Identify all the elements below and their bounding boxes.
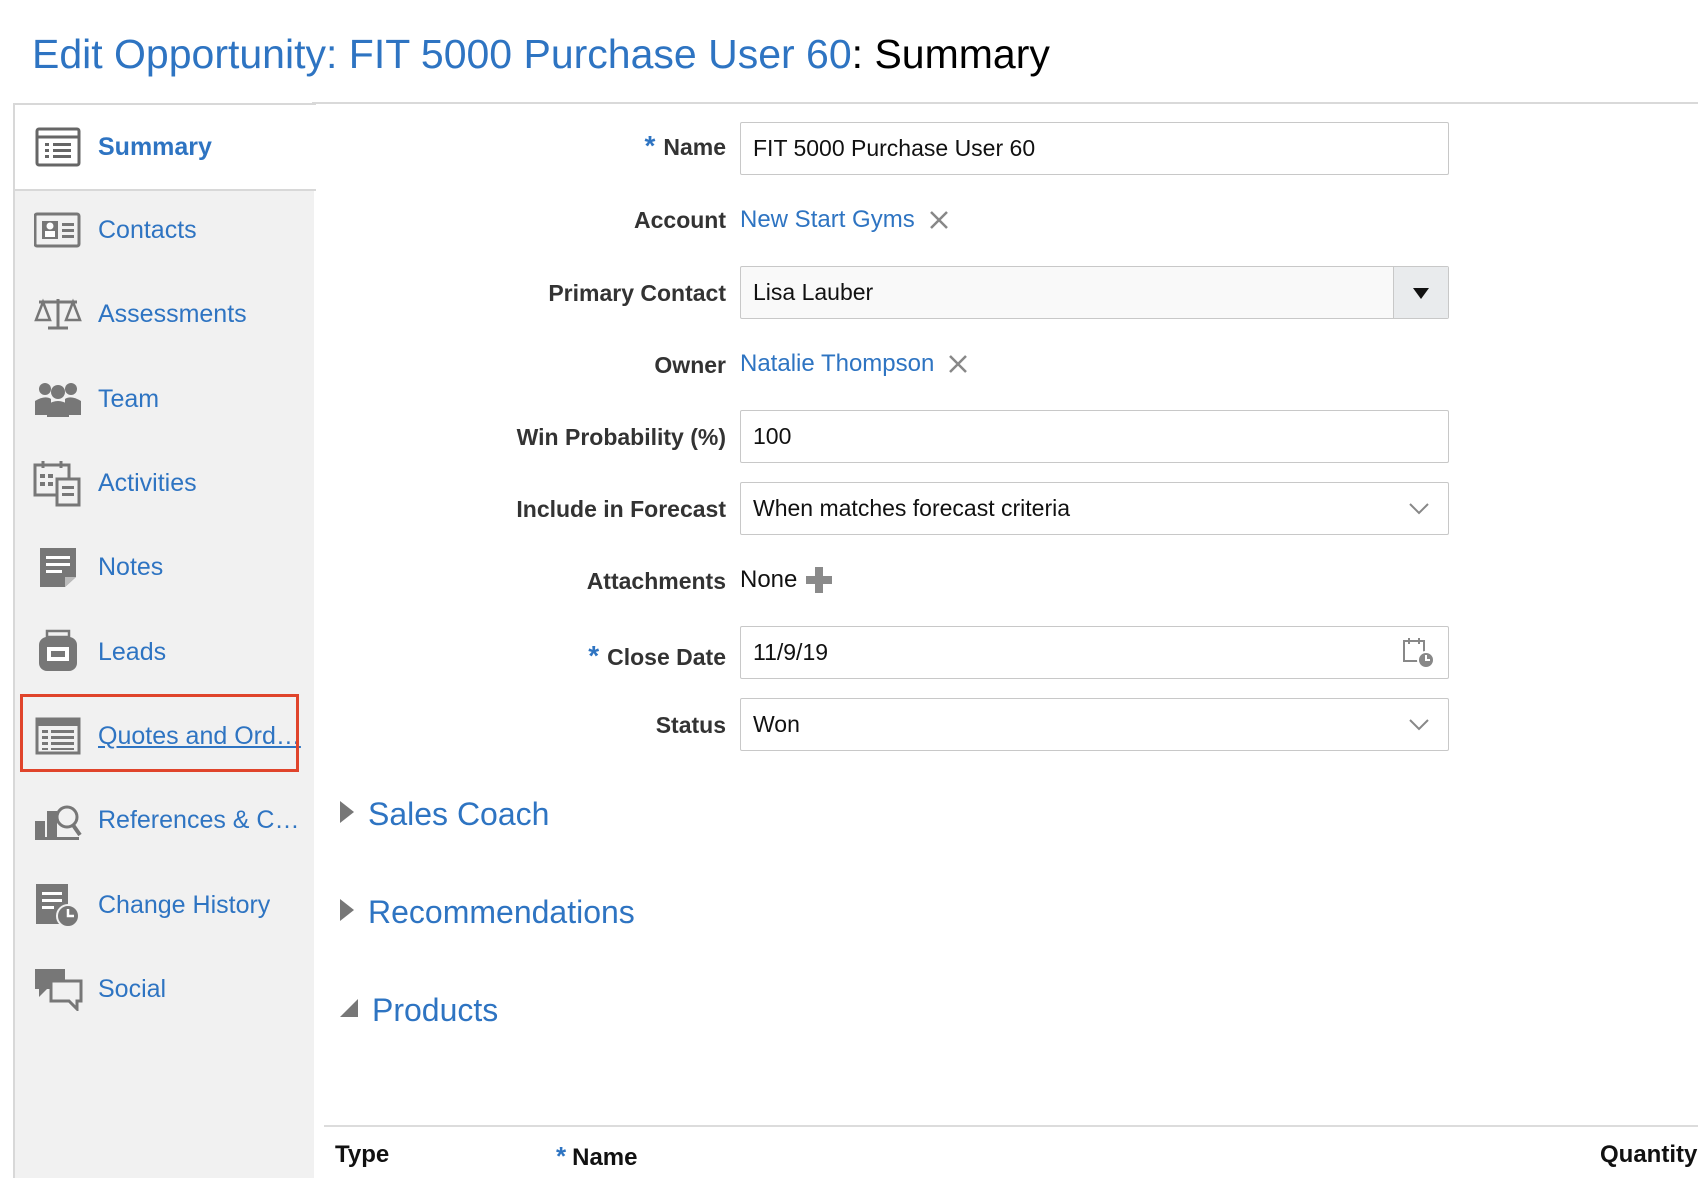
calendar-icon[interactable]: [1402, 636, 1436, 676]
calendar-activities-icon: [33, 460, 83, 507]
sidebar-item-team[interactable]: Team: [15, 357, 314, 441]
sidebar-item-summary[interactable]: Summary: [15, 103, 316, 191]
header-divider: [312, 102, 1698, 104]
account-link[interactable]: New Start Gyms: [740, 206, 915, 234]
sidebar-item-label: Notes: [98, 552, 164, 581]
owner-link[interactable]: Natalie Thompson: [740, 350, 934, 378]
opportunity-title-link[interactable]: Edit Opportunity: FIT 5000 Purchase User…: [32, 31, 852, 77]
change-history-icon: [33, 882, 83, 928]
win-probability-label: Win Probability (%): [516, 424, 726, 450]
primary-contact-select[interactable]: Lisa Lauber: [740, 266, 1449, 319]
page-title: Edit Opportunity: FIT 5000 Purchase User…: [32, 26, 1050, 82]
sidebar-item-change-history[interactable]: Change History: [15, 863, 314, 947]
column-header-name[interactable]: * Name: [556, 1141, 638, 1172]
sidebar-item-contacts[interactable]: Contacts: [15, 188, 314, 272]
required-marker: *: [644, 130, 656, 161]
team-people-icon: [33, 376, 83, 422]
expand-triangle-icon: [338, 800, 356, 829]
status-label: Status: [655, 712, 726, 738]
dropdown-arrow-icon[interactable]: [1393, 267, 1448, 318]
sidebar-item-label: Leads: [98, 637, 167, 666]
sidebar-item-label: Quotes and Ord…: [98, 721, 301, 750]
section-products[interactable]: Products: [338, 992, 498, 1029]
name-label: * Name: [644, 130, 726, 161]
attachments-label: Attachments: [586, 568, 726, 594]
sidebar-item-label: Change History: [98, 890, 271, 919]
section-title: Recommendations: [368, 894, 635, 930]
column-header-type[interactable]: Type: [335, 1141, 389, 1169]
table-divider: [324, 1125, 1698, 1127]
sidebar-nav: Summary Contacts Assessments Team Activi…: [13, 103, 316, 1178]
collapse-triangle-icon: [338, 997, 360, 1024]
required-marker: *: [556, 1141, 567, 1171]
section-title: Products: [372, 992, 499, 1028]
notes-icon: [33, 544, 83, 590]
close-date-field[interactable]: 11/9/19: [740, 626, 1449, 679]
sidebar-item-label: Assessments: [98, 299, 247, 328]
status-select[interactable]: Won: [740, 698, 1449, 751]
social-chat-icon: [33, 966, 83, 1012]
include-in-forecast-label: Include in Forecast: [516, 496, 726, 522]
sidebar-item-label: Social: [98, 974, 167, 1003]
primary-contact-label: Primary Contact: [548, 280, 726, 306]
sidebar-item-references[interactable]: References & C…: [15, 778, 314, 862]
chevron-down-icon: [1408, 713, 1430, 741]
quotes-table-icon: [33, 713, 83, 759]
leads-icon: [33, 629, 83, 675]
page-title-suffix: : Summary: [851, 31, 1050, 77]
name-field[interactable]: FIT 5000 Purchase User 60: [740, 122, 1449, 175]
sidebar-item-notes[interactable]: Notes: [15, 525, 314, 609]
sidebar-item-label: Activities: [98, 468, 197, 497]
sidebar-item-label: Contacts: [98, 215, 197, 244]
sidebar-item-quotes-and-orders[interactable]: Quotes and Ord…: [15, 694, 314, 778]
sidebar-item-assessments[interactable]: Assessments: [15, 272, 314, 356]
chevron-down-icon: [1408, 497, 1430, 525]
summary-list-icon: [33, 124, 83, 170]
close-date-label: * Close Date: [588, 640, 726, 671]
scales-icon: [33, 291, 83, 337]
include-in-forecast-select[interactable]: When matches forecast criteria: [740, 482, 1449, 535]
references-search-icon: [33, 797, 83, 843]
sidebar-item-label: References & C…: [98, 805, 300, 834]
sidebar-item-label: Team: [98, 384, 160, 413]
sidebar-item-leads[interactable]: Leads: [15, 610, 314, 694]
contacts-card-icon: [33, 207, 83, 253]
add-attachment-icon[interactable]: [805, 566, 833, 594]
sidebar-item-social[interactable]: Social: [15, 947, 314, 1031]
account-label: Account: [634, 207, 726, 233]
expand-triangle-icon: [338, 898, 356, 927]
section-title: Sales Coach: [368, 796, 550, 832]
account-value: New Start Gyms: [740, 206, 949, 234]
section-recommendations[interactable]: Recommendations: [338, 894, 635, 931]
owner-label: Owner: [654, 352, 726, 378]
section-sales-coach[interactable]: Sales Coach: [338, 796, 549, 833]
required-marker: *: [588, 640, 600, 671]
clear-account-icon[interactable]: [929, 210, 949, 230]
win-probability-field[interactable]: 100: [740, 410, 1449, 463]
owner-value: Natalie Thompson: [740, 350, 968, 378]
sidebar-item-label: Summary: [98, 132, 212, 161]
sidebar-item-activities[interactable]: Activities: [15, 441, 314, 525]
column-header-quantity[interactable]: Quantity: [1600, 1141, 1697, 1169]
attachments-value: None: [740, 566, 833, 594]
clear-owner-icon[interactable]: [948, 354, 968, 374]
